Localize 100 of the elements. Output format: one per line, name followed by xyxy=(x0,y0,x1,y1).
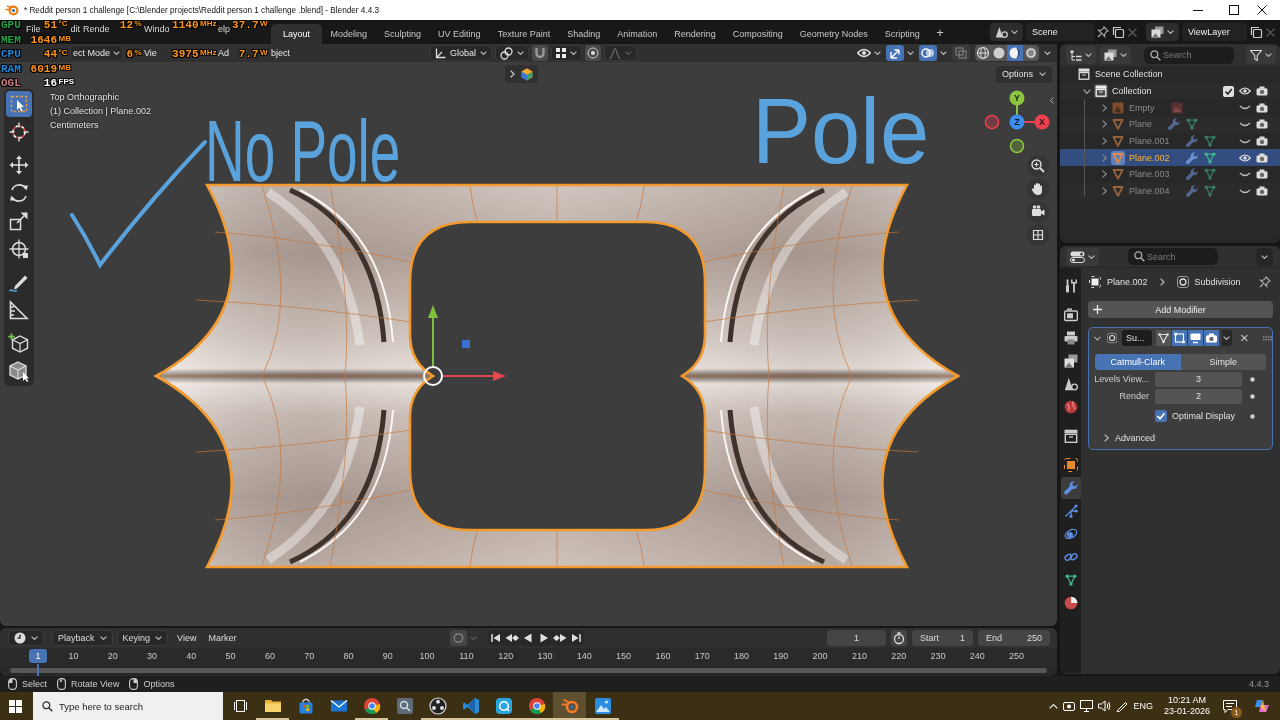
outliner-row[interactable]: Empty xyxy=(1060,99,1280,117)
caret-right-icon[interactable] xyxy=(1101,170,1107,179)
shapes-logo-icon[interactable] xyxy=(1254,698,1270,714)
caret-right-icon[interactable] xyxy=(1101,103,1107,112)
object-name[interactable]: Plane.004 xyxy=(1129,186,1170,197)
pin-icon[interactable] xyxy=(1259,276,1271,288)
keyframe-dot-icon[interactable] xyxy=(1249,393,1255,399)
snap-target-dropdown[interactable] xyxy=(551,45,582,61)
camera-back-icon[interactable] xyxy=(1063,307,1078,322)
wrench-icon[interactable] xyxy=(1185,135,1198,148)
close-icon[interactable] xyxy=(1257,5,1267,15)
number-field[interactable]: 2 xyxy=(1155,388,1242,404)
shaded-sphere-icon[interactable] xyxy=(1007,45,1023,61)
outliner-row[interactable]: Scene Collection xyxy=(1060,66,1280,83)
closed-eye-icon[interactable] xyxy=(1239,121,1251,127)
plane-handle-icon[interactable] xyxy=(462,340,470,348)
object-name[interactable]: Plane.002 xyxy=(1129,152,1170,163)
speaker-icon[interactable] xyxy=(1098,700,1112,712)
webcam-icon[interactable] xyxy=(1063,700,1076,712)
dot-ring-icon[interactable] xyxy=(585,45,601,61)
pivot-ring-icon[interactable] xyxy=(423,366,443,386)
camera-icon[interactable] xyxy=(1256,186,1268,197)
taskbar-button[interactable] xyxy=(553,692,586,720)
view-layer-dropdown[interactable] xyxy=(1100,46,1131,64)
closed-eye-icon[interactable] xyxy=(1239,188,1251,194)
wrench-icon[interactable] xyxy=(1185,185,1198,198)
glossy-sphere-icon[interactable] xyxy=(1023,45,1039,61)
triangle-vertices-icon[interactable] xyxy=(1155,330,1171,346)
search-field[interactable]: Search xyxy=(1128,248,1218,265)
magnet-icon[interactable] xyxy=(532,45,548,61)
arrows-icon[interactable] xyxy=(886,45,904,61)
options-button[interactable]: Options xyxy=(995,65,1052,83)
clock-date[interactable]: 23-01-2026 xyxy=(1163,706,1210,717)
workspace-tab[interactable]: Geometry Nodes xyxy=(791,24,877,44)
editor-type-dropdown[interactable] xyxy=(1066,247,1099,266)
menu-item[interactable]: elp xyxy=(218,25,231,34)
eye-icon[interactable] xyxy=(1239,153,1251,162)
extras-dropdown[interactable] xyxy=(1221,330,1232,346)
cone-sphere-icon[interactable] xyxy=(1063,376,1078,391)
workspace-tab[interactable]: Rendering xyxy=(665,24,725,44)
keyframe-dot-icon[interactable] xyxy=(1249,376,1255,382)
closed-eye-icon[interactable] xyxy=(1239,105,1251,111)
menu-item[interactable]: Marker xyxy=(208,633,237,643)
search-field[interactable]: Search xyxy=(1144,46,1234,64)
mode-dropdown[interactable]: ect Mode xyxy=(70,45,124,61)
camera-icon[interactable] xyxy=(1256,119,1268,130)
axis-handle[interactable]: Z xyxy=(1009,114,1025,130)
menu-item[interactable]: Rende xyxy=(83,25,110,34)
duplicate-icon[interactable] xyxy=(1112,25,1125,39)
display-mode-dropdown[interactable] xyxy=(1066,46,1096,64)
object-square-icon[interactable] xyxy=(1063,457,1078,472)
camera-icon[interactable] xyxy=(1256,169,1268,180)
workspace-tab[interactable]: Scripting xyxy=(876,24,929,44)
object-name[interactable]: Collection xyxy=(1112,86,1152,97)
wrench-icon[interactable] xyxy=(1168,118,1181,131)
orbit-icon[interactable] xyxy=(1063,526,1078,541)
menu-dropdown[interactable]: Playback xyxy=(52,630,113,646)
camera-icon[interactable] xyxy=(1256,136,1268,147)
duplicate-icon[interactable] xyxy=(1250,25,1263,39)
current-frame-marker[interactable]: 1 xyxy=(29,649,47,663)
unlink-icon[interactable] xyxy=(1266,27,1275,37)
workspace-tab[interactable]: Texture Paint xyxy=(489,24,559,44)
box-icon[interactable] xyxy=(1063,428,1078,443)
mesh-triangle-icon[interactable] xyxy=(1186,118,1199,131)
unlink-icon[interactable] xyxy=(1128,27,1137,37)
object-name[interactable]: Scene Collection xyxy=(1095,69,1163,80)
subpanel-header[interactable]: Advanced xyxy=(1104,433,1272,443)
modifier-name-field[interactable]: Su... xyxy=(1122,330,1152,346)
pivot-dropdown[interactable] xyxy=(495,45,529,61)
overlapping-squares-icon[interactable] xyxy=(952,45,970,61)
mesh-triangle-icon[interactable] xyxy=(1203,185,1216,198)
select-box-icon[interactable] xyxy=(6,91,32,117)
wire-sphere-icon[interactable] xyxy=(975,45,991,61)
workspace-tab[interactable]: Animation xyxy=(608,24,666,44)
vertical-arrow[interactable] xyxy=(428,305,438,367)
add-modifier-button[interactable]: Add Modifier xyxy=(1088,301,1273,318)
closed-eye-icon[interactable] xyxy=(1239,171,1251,177)
workspace-tab[interactable]: Modeling xyxy=(322,24,376,44)
task-view-icon[interactable] xyxy=(234,700,247,712)
segment-button[interactable]: Simple xyxy=(1180,354,1266,370)
axis-ring-icon[interactable] xyxy=(1009,138,1025,154)
wrench-icon[interactable] xyxy=(1185,151,1198,164)
closed-eye-icon[interactable] xyxy=(1239,138,1251,144)
caret-down-icon[interactable] xyxy=(1094,335,1101,341)
caret-right-icon[interactable] xyxy=(1101,187,1107,196)
maximize-icon[interactable] xyxy=(1229,5,1239,15)
add-workspace-button[interactable]: + xyxy=(936,24,944,40)
start-menu-icon[interactable] xyxy=(9,699,22,713)
grid-icon[interactable] xyxy=(1027,224,1049,246)
sidebar-tab[interactable] xyxy=(505,65,538,83)
mesh-triangle-icon[interactable] xyxy=(1203,135,1216,148)
checkbox[interactable] xyxy=(1155,410,1167,422)
segment-button[interactable]: Catmull-Clark xyxy=(1095,354,1181,370)
chevron-left-icon[interactable] xyxy=(1050,97,1054,104)
workspace-tab[interactable]: Shading xyxy=(558,24,609,44)
outliner-row[interactable]: Plane.001 xyxy=(1060,132,1280,150)
ring-icon[interactable] xyxy=(450,630,467,646)
monitor-icon[interactable] xyxy=(1187,330,1203,346)
search-field[interactable]: Type here to search xyxy=(33,692,223,720)
camera-icon[interactable] xyxy=(1256,86,1268,97)
